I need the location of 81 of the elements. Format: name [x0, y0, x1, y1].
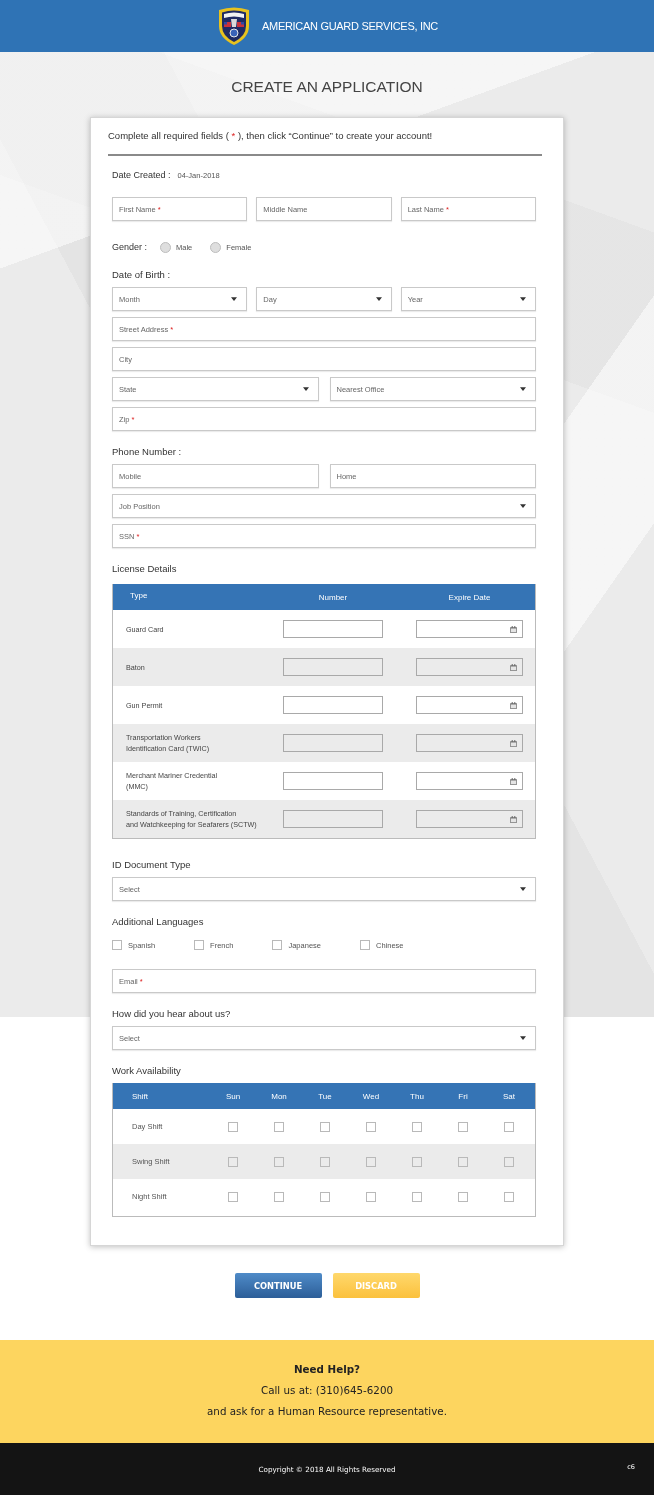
checkbox[interactable]: [360, 940, 370, 950]
caret-icon: [375, 297, 382, 301]
checkbox[interactable]: [458, 1156, 468, 1167]
calendar-icon: [510, 777, 517, 785]
checkbox[interactable]: [412, 1191, 422, 1202]
checkbox[interactable]: [366, 1121, 376, 1132]
field-label: Gender :: [112, 242, 148, 252]
checkbox[interactable]: [366, 1191, 376, 1202]
section-heading: Work Availability: [112, 1065, 182, 1077]
section-heading: Phone Number :: [112, 446, 183, 458]
column-header: Number: [317, 592, 349, 602]
checkbox[interactable]: [504, 1191, 514, 1202]
radio-button[interactable]: [210, 241, 222, 253]
caret-icon: [520, 504, 526, 508]
column-header: Sat: [502, 1091, 516, 1101]
shield-logo-icon: [216, 6, 252, 46]
section-heading: Additional Languages: [112, 916, 205, 928]
calendar-icon: [510, 625, 517, 633]
company-name: AMERICAN GUARD SERVICES, INC: [262, 20, 438, 32]
section-heading: How did you hear about us?: [112, 1008, 232, 1020]
calendar-icon: [510, 701, 517, 709]
column-header: Sun: [224, 1091, 242, 1101]
checkbox[interactable]: [112, 940, 122, 950]
number-field[interactable]: [283, 696, 383, 714]
date-field[interactable]: [416, 734, 523, 752]
checkbox[interactable]: [504, 1156, 514, 1167]
checkbox[interactable]: [412, 1121, 422, 1132]
column-header: Shift: [131, 1091, 149, 1101]
section-heading: ID Document Type: [112, 859, 192, 871]
caret-icon: [520, 297, 526, 301]
number-field[interactable]: [283, 620, 383, 638]
number-field[interactable]: [283, 734, 383, 752]
radio-button[interactable]: [160, 241, 172, 253]
date-field[interactable]: [416, 810, 523, 828]
page-title: CREATE AN APPLICATION: [230, 77, 424, 97]
caret-icon: [302, 387, 309, 391]
checkbox[interactable]: [412, 1156, 422, 1167]
caret-icon: [520, 887, 526, 891]
number-field[interactable]: [283, 658, 383, 676]
column-header: Mon: [270, 1091, 288, 1101]
checkbox[interactable]: [274, 1156, 284, 1167]
checkbox[interactable]: [320, 1121, 330, 1132]
field-label: Date Created :: [112, 170, 171, 180]
checkbox[interactable]: [504, 1121, 514, 1132]
date-field[interactable]: [416, 772, 523, 790]
checkbox[interactable]: [272, 940, 283, 950]
caret-icon: [520, 1036, 526, 1040]
checkbox[interactable]: [228, 1121, 238, 1132]
column-header: Type: [129, 591, 149, 600]
calendar-icon: [510, 739, 517, 747]
column-header: Tue: [317, 1091, 333, 1101]
checkbox[interactable]: [228, 1191, 238, 1202]
section-heading: License Details: [112, 563, 178, 575]
date-field[interactable]: [416, 696, 523, 714]
column-header: Fri: [457, 1091, 469, 1101]
intro-text: Complete all required fields ( * ), then click “Continue” to create your account!: [108, 129, 434, 143]
column-header: Wed: [361, 1091, 381, 1101]
help-title: Need Help?: [293, 1362, 361, 1377]
checkbox[interactable]: [320, 1191, 330, 1202]
date-field[interactable]: [416, 658, 523, 676]
caret-icon: [520, 387, 526, 391]
number-field[interactable]: [283, 810, 383, 828]
checkbox[interactable]: [458, 1121, 468, 1132]
checkbox[interactable]: [458, 1191, 468, 1202]
calendar-icon: [510, 663, 517, 671]
checkbox[interactable]: [228, 1156, 238, 1167]
help-text: Call us at: (310)645-6200: [260, 1383, 394, 1398]
checkbox[interactable]: [274, 1121, 284, 1132]
checkbox[interactable]: [320, 1156, 330, 1167]
checkbox[interactable]: [366, 1156, 376, 1167]
calendar-icon: [510, 815, 517, 823]
number-field[interactable]: [283, 772, 383, 790]
continue-button[interactable]: CONTINUE: [234, 1273, 322, 1298]
caret-icon: [231, 297, 238, 301]
checkbox[interactable]: [194, 940, 205, 950]
date-field[interactable]: [416, 620, 523, 638]
section-heading: Date of Birth :: [112, 269, 172, 281]
checkbox[interactable]: [274, 1191, 284, 1202]
column-header: Thu: [409, 1091, 425, 1101]
column-header: Expire Date: [447, 592, 492, 602]
help-text: and ask for a Human Resource representative.: [206, 1404, 448, 1419]
